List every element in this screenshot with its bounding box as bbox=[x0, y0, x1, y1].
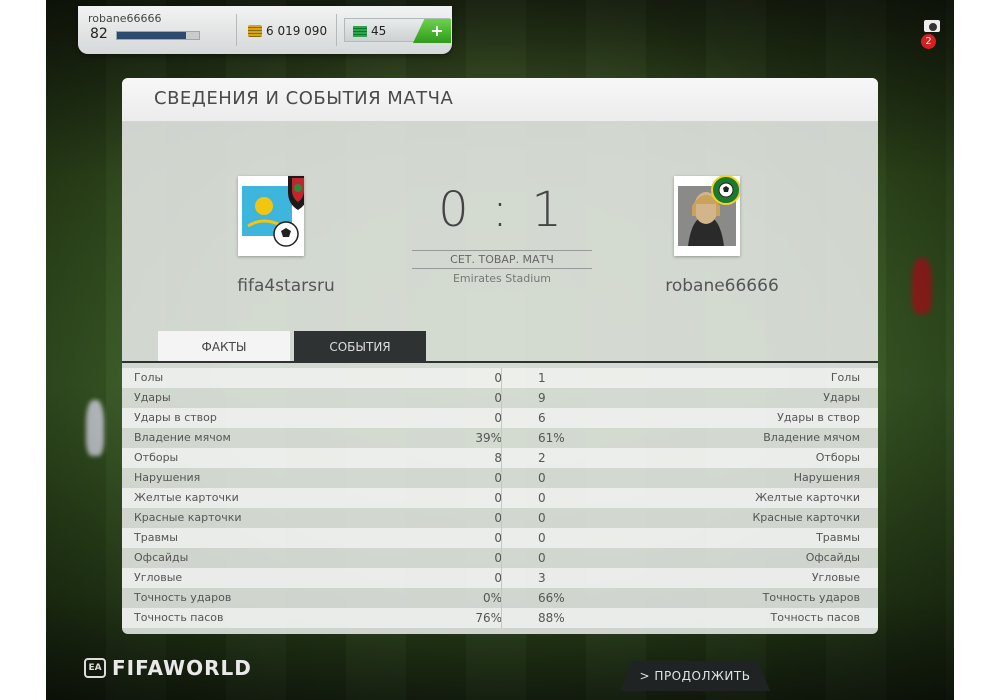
stat-value-home: 0 bbox=[494, 511, 502, 525]
stat-label-home: Отборы bbox=[134, 451, 179, 464]
player-photo-icon bbox=[678, 175, 741, 246]
match-type: СЕТ. ТОВАР. МАТЧ bbox=[412, 250, 592, 269]
user-level: 82 bbox=[90, 26, 108, 42]
game-background: robane66666 82 6 019 090 45 + 2 СВЕДЕНИЯ… bbox=[46, 0, 954, 700]
points-value: 45 bbox=[371, 24, 387, 38]
stat-value-away: 0 bbox=[538, 471, 546, 485]
tab-facts[interactable]: ФАКТЫ bbox=[158, 331, 290, 361]
continue-button[interactable]: > ПРОДОЛЖИТЬ bbox=[620, 661, 770, 691]
page-title: СВЕДЕНИЯ И СОБЫТИЯ МАТЧА bbox=[154, 88, 454, 109]
stat-label-home: Удары в створ bbox=[134, 411, 217, 424]
stat-value-home: 39% bbox=[475, 431, 502, 445]
match-details-panel: СВЕДЕНИЯ И СОБЫТИЯ МАТЧА fifa4starsru ro… bbox=[122, 78, 878, 634]
stat-label-away: Удары bbox=[823, 391, 860, 404]
coins-value: 6 019 090 bbox=[266, 24, 328, 38]
stat-row: Точность ударов 0% 66% Точность ударов bbox=[122, 588, 878, 608]
stat-value-home: 0 bbox=[494, 571, 502, 585]
stat-value-home: 8 bbox=[494, 451, 502, 465]
coins-icon bbox=[248, 25, 262, 37]
stat-value-away: 61% bbox=[538, 431, 565, 445]
stat-value-away: 0 bbox=[538, 531, 546, 545]
stat-label-away: Точность ударов bbox=[762, 591, 860, 604]
stat-row: Травмы 0 0 Травмы bbox=[122, 528, 878, 548]
home-team-name: fifa4starsru bbox=[237, 276, 335, 296]
stat-label-away: Травмы bbox=[816, 531, 860, 544]
tab-bar: ФАКТЫ СОБЫТИЯ bbox=[158, 331, 426, 361]
stat-label-away: Владение мячом bbox=[763, 431, 860, 444]
stat-label-home: Угловые bbox=[134, 571, 183, 584]
kazakhstan-flag-ball-icon bbox=[242, 174, 308, 247]
stat-value-home: 76% bbox=[475, 611, 502, 625]
stat-value-away: 1 bbox=[538, 371, 546, 385]
stat-row: Отборы 8 2 Отборы bbox=[122, 448, 878, 468]
points-icon bbox=[353, 25, 367, 37]
stat-value-home: 0 bbox=[494, 371, 502, 385]
stat-value-away: 88% bbox=[538, 611, 565, 625]
stat-label-away: Точность пасов bbox=[770, 611, 861, 624]
stat-value-home: 0 bbox=[494, 491, 502, 505]
stat-value-home: 0 bbox=[494, 411, 502, 425]
stat-label-home: Владение мячом bbox=[134, 431, 231, 444]
match-score: 0 : 1 bbox=[438, 182, 566, 238]
stat-label-home: Точность пасов bbox=[134, 611, 224, 624]
logo-text: FIFAWORLD bbox=[112, 656, 252, 680]
stat-label-away: Голы bbox=[830, 371, 860, 384]
stat-row: Голы 0 1 Голы bbox=[122, 368, 878, 388]
stat-value-away: 6 bbox=[538, 411, 546, 425]
stat-label-home: Травмы bbox=[134, 531, 178, 544]
stat-value-away: 2 bbox=[538, 451, 546, 465]
xp-progress-bar bbox=[116, 31, 200, 40]
stats-table: Голы 0 1 Голы Удары 0 9 Удары Удары в створ 0 6 Уда… bbox=[122, 368, 878, 628]
away-team-avatar bbox=[674, 175, 741, 256]
stat-value-away: 3 bbox=[538, 571, 546, 585]
stat-row: Угловые 0 3 Угловые bbox=[122, 568, 878, 588]
xp-progress-fill bbox=[117, 32, 186, 39]
home-team-avatar bbox=[238, 174, 308, 256]
points-balance: 45 + bbox=[344, 18, 451, 43]
stat-value-home: 0 bbox=[494, 531, 502, 545]
stat-row: Удары 0 9 Удары bbox=[122, 388, 878, 408]
user-status-bar: robane66666 82 6 019 090 45 + bbox=[78, 6, 452, 54]
tab-events[interactable]: СОБЫТИЯ bbox=[294, 331, 426, 361]
stat-value-home: 0 bbox=[494, 551, 502, 565]
notification-badge[interactable]: 2 bbox=[921, 34, 936, 49]
stat-row: Желтые карточки 0 0 Желтые карточки bbox=[122, 488, 878, 508]
stat-label-home: Нарушения bbox=[134, 471, 201, 484]
stat-value-away: 0 bbox=[538, 551, 546, 565]
username: robane66666 bbox=[88, 12, 162, 25]
stat-value-home: 0 bbox=[494, 391, 502, 405]
ea-logo-icon: EA bbox=[84, 658, 106, 678]
stat-label-home: Удары bbox=[134, 391, 171, 404]
stadium-name: Emirates Stadium bbox=[452, 272, 552, 285]
away-team-name: robane66666 bbox=[665, 276, 779, 296]
stat-label-away: Удары в створ bbox=[777, 411, 860, 424]
stat-value-away: 0 bbox=[538, 511, 546, 525]
stat-value-away: 9 bbox=[538, 391, 546, 405]
stat-row: Точность пасов 76% 88% Точность пасов bbox=[122, 608, 878, 628]
add-points-button[interactable]: + bbox=[413, 19, 451, 43]
stat-label-home: Точность ударов bbox=[134, 591, 232, 604]
stat-label-away: Отборы bbox=[815, 451, 860, 464]
stat-label-away: Офсайды bbox=[805, 551, 860, 564]
stat-label-away: Нарушения bbox=[793, 471, 860, 484]
stat-label-away: Красные карточки bbox=[752, 511, 860, 524]
stat-row: Удары в створ 0 6 Удары в створ bbox=[122, 408, 878, 428]
stat-label-home: Голы bbox=[134, 371, 164, 384]
stat-value-home: 0 bbox=[494, 471, 502, 485]
coins-balance: 6 019 090 bbox=[248, 24, 327, 38]
stat-row: Красные карточки 0 0 Красные карточки bbox=[122, 508, 878, 528]
stat-value-away: 0 bbox=[538, 491, 546, 505]
stat-label-home: Красные карточки bbox=[134, 511, 242, 524]
stat-row: Владение мячом 39% 61% Владение мячом bbox=[122, 428, 878, 448]
stat-label-away: Угловые bbox=[811, 571, 860, 584]
fifa-world-logo: EA FIFAWORLD bbox=[84, 656, 252, 680]
camera-icon[interactable] bbox=[924, 20, 940, 32]
stat-row: Нарушения 0 0 Нарушения bbox=[122, 468, 878, 488]
stat-row: Офсайды 0 0 Офсайды bbox=[122, 548, 878, 568]
stat-value-home: 0% bbox=[482, 591, 502, 605]
stat-value-away: 66% bbox=[538, 591, 565, 605]
stat-label-home: Желтые карточки bbox=[134, 491, 239, 504]
stat-label-away: Желтые карточки bbox=[755, 491, 860, 504]
stat-label-home: Офсайды bbox=[134, 551, 189, 564]
